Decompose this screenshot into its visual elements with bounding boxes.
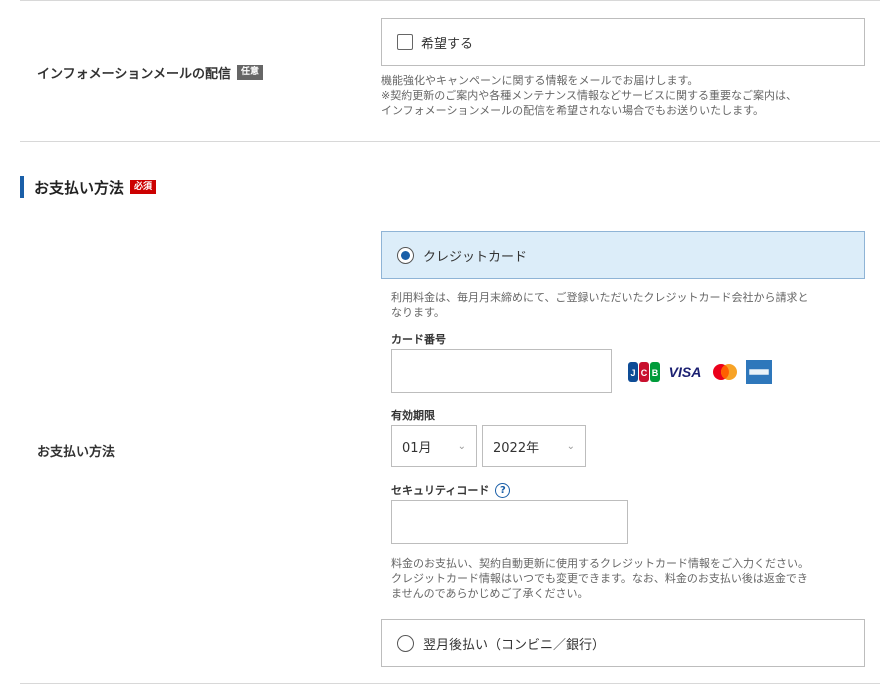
payment-row-label: お支払い方法	[37, 441, 115, 460]
svg-text:B: B	[652, 368, 659, 378]
card-number-input[interactable]	[391, 349, 612, 393]
jcb-logo-icon: J C B	[628, 361, 660, 383]
expiry-year-value: 2022年	[493, 440, 540, 456]
payment-label: お支払い方法	[37, 445, 116, 460]
mastercard-logo-icon	[710, 361, 740, 383]
payment-section-title: お支払い方法	[34, 178, 125, 197]
svg-text:C: C	[641, 368, 648, 378]
security-note-line: ませんのであらかじめご了承ください。	[391, 587, 589, 600]
svg-text:VISA: VISA	[669, 364, 702, 380]
newsletter-checkbox-option[interactable]: 希望する	[381, 18, 865, 66]
amex-logo-icon	[746, 360, 772, 384]
newsletter-label: インフォメーションメールの配信	[37, 67, 231, 82]
newsletter-checkbox-label: 希望する	[421, 36, 474, 52]
radio-selected-dot	[401, 250, 410, 260]
chevron-down-icon: ⌄	[457, 440, 466, 452]
security-note-line: 料金のお支払い、契約自動更新に使用するクレジットカード情報をご入力ください。	[391, 557, 809, 570]
deferred-payment-option-label: 翌月後払い（コンビニ／銀行）	[423, 637, 606, 653]
credit-card-note-line: 利用料金は、毎月月末締めにて、ご登録いただいたクレジットカード会社から請求と	[391, 291, 809, 304]
newsletter-row-label: インフォメーションメールの配信 任意	[37, 63, 263, 82]
newsletter-note-line: ※契約更新のご案内や各種メンテナンス情報などサービスに関する重要なご案内は、	[381, 89, 797, 102]
credit-card-option[interactable]: クレジットカード	[381, 231, 865, 279]
svg-text:J: J	[630, 368, 635, 378]
newsletter-checkbox[interactable]	[397, 34, 413, 50]
security-code-note: 料金のお支払い、契約自動更新に使用するクレジットカード情報をご入力ください。 ク…	[391, 556, 809, 601]
top-divider	[20, 0, 880, 1]
card-number-label-text: カード番号	[391, 333, 446, 346]
security-code-input[interactable]	[391, 500, 628, 544]
payment-section-heading: お支払い方法 必須	[20, 176, 157, 198]
newsletter-note: 機能強化やキャンペーンに関する情報をメールでお届けします。 ※契約更新のご案内や…	[381, 73, 797, 118]
help-icon[interactable]: ?	[495, 482, 511, 498]
expiry-month-value: 01月	[402, 440, 432, 456]
security-note-line: クレジットカード情報はいつでも変更できます。なお、料金のお支払い後は返金でき	[391, 572, 808, 585]
section-divider	[20, 141, 880, 142]
visa-logo-icon: VISA	[666, 361, 704, 383]
expiry-month-select[interactable]: 01月 ⌄	[391, 425, 477, 467]
credit-card-note-line: なります。	[391, 306, 445, 319]
deferred-payment-radio[interactable]	[397, 634, 414, 652]
deferred-payment-option[interactable]: 翌月後払い（コンビニ／銀行）	[381, 619, 865, 667]
credit-card-radio[interactable]	[397, 246, 414, 264]
credit-card-note: 利用料金は、毎月月末締めにて、ご登録いただいたクレジットカード会社から請求と な…	[391, 290, 808, 320]
bottom-divider	[20, 683, 880, 684]
security-code-label: セキュリティコード ?	[391, 482, 511, 498]
expiry-year-select[interactable]: 2022年 ⌄	[482, 425, 586, 467]
card-brand-logos: J C B VISA	[628, 360, 772, 384]
required-badge: 必須	[130, 179, 157, 195]
card-number-label: カード番号	[391, 331, 446, 347]
expiry-label: 有効期限	[391, 407, 435, 423]
chevron-down-icon: ⌄	[566, 440, 575, 452]
newsletter-note-line: 機能強化やキャンペーンに関する情報をメールでお届けします。	[381, 74, 699, 87]
expiry-label-text: 有効期限	[391, 409, 435, 422]
optional-badge: 任意	[236, 65, 263, 80]
newsletter-note-line: インフォメーションメールの配信を希望されない場合でもお送りいたします。	[381, 104, 765, 117]
security-code-label-text: セキュリティコード	[391, 484, 490, 497]
credit-card-option-label: クレジットカード	[423, 249, 528, 265]
